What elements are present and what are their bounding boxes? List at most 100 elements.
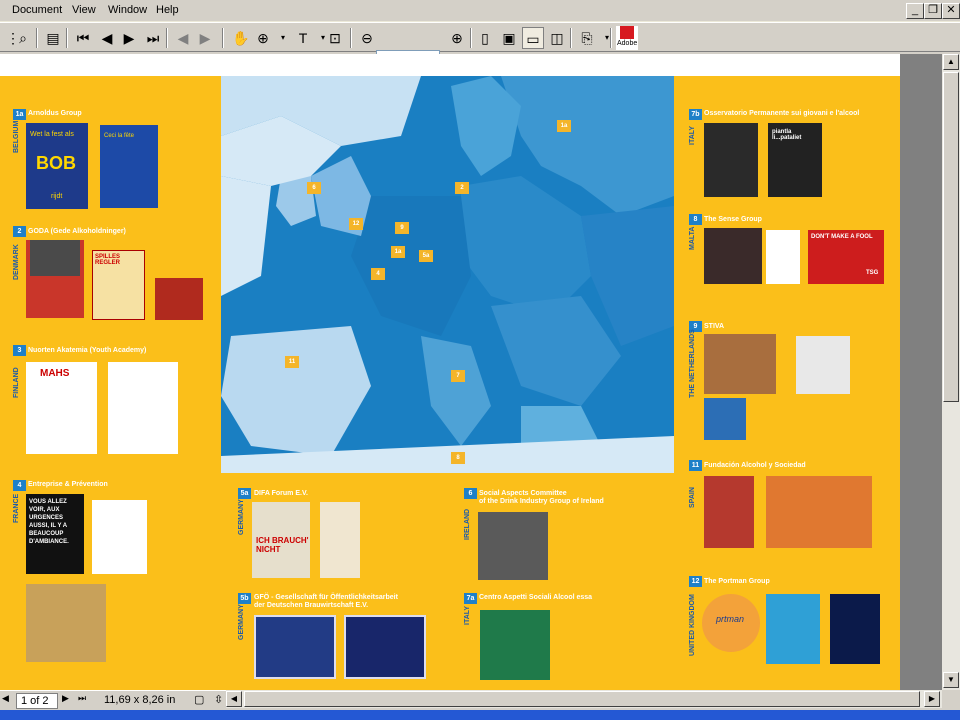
horizontal-scrollbar[interactable]: ◀ ▶: [226, 690, 942, 708]
panel-number: 7a: [464, 593, 477, 604]
panel-title: GODA (Gede Alkoholdninger): [28, 228, 126, 235]
zoom-in-icon[interactable]: ⊕: [446, 27, 468, 49]
toolbar-separator: [470, 28, 472, 48]
adobe-logo-icon: [620, 26, 634, 39]
adobe-logo-label: Adobe: [617, 40, 638, 47]
scroll-down-icon[interactable]: ▼: [943, 672, 959, 688]
menu-view[interactable]: View: [72, 4, 96, 16]
panel-country: ITALY: [464, 605, 471, 625]
poster-thumbnail: SPILLES REGLER: [92, 250, 145, 320]
poster-thumbnail: piantla li...pataliet: [768, 123, 822, 197]
panel-country: THE NETHERLANDS: [689, 329, 696, 398]
os-taskbar: [0, 710, 960, 720]
scroll-left-icon[interactable]: ◀: [226, 691, 242, 707]
panel-title: The Sense Group: [704, 216, 762, 223]
zoom-in-tool-icon[interactable]: ⊕: [252, 27, 274, 49]
vertical-scrollbar[interactable]: ▲ ▼: [942, 54, 960, 690]
panel-number: 2: [13, 226, 26, 237]
next-page-status-icon[interactable]: ▶: [62, 693, 69, 704]
zoom-tool-dropdown-icon[interactable]: ▾: [272, 27, 294, 49]
poster-text: piantla li...pataliet: [772, 129, 802, 141]
panel-number: 5a: [238, 488, 251, 499]
adobe-logo[interactable]: Adobe: [616, 26, 638, 50]
poster-thumbnail: [766, 476, 872, 548]
panel-title: GFÖ - Gesellschaft für Öffentlichkeitsar…: [254, 594, 398, 601]
panel-number: 1a: [13, 109, 26, 120]
actual-size-icon[interactable]: ▯: [474, 27, 496, 49]
panel-title: The Portman Group: [704, 578, 770, 585]
page-number-field[interactable]: 1 of 2: [16, 693, 58, 709]
panel-country: FRANCE: [13, 493, 20, 523]
scroll-thumb[interactable]: [943, 72, 959, 402]
toolbar-separator: [36, 28, 38, 48]
single-page-layout-icon[interactable]: ▢: [194, 693, 204, 706]
fit-width-icon[interactable]: ▭: [522, 27, 544, 49]
map-marker: 8: [451, 452, 465, 464]
toolbar-separator: [222, 28, 224, 48]
screenshot-thumbnail: [344, 615, 426, 679]
poster-text: rijdt: [51, 193, 63, 200]
leaflet-thumbnail: [766, 230, 800, 284]
menu-document[interactable]: Document: [12, 4, 62, 16]
poster-thumbnail: [704, 334, 776, 394]
last-page-status-icon[interactable]: ⏭: [78, 693, 86, 704]
rotate-dropdown-icon[interactable]: ▾: [596, 27, 618, 49]
poster-thumbnail: [26, 240, 84, 318]
poster-thumbnail: [320, 502, 360, 578]
panel-title: Arnoldus Group: [28, 110, 82, 117]
first-page-status-icon[interactable]: ◀: [2, 693, 9, 704]
panel-number: 12: [689, 576, 702, 587]
poster-thumbnail: [92, 500, 147, 574]
menu-window[interactable]: Window: [108, 4, 147, 16]
go-back-icon[interactable]: ◀: [172, 27, 194, 49]
brochure-thumbnail: [108, 362, 178, 454]
scroll-up-icon[interactable]: ▲: [943, 54, 959, 70]
text-select-tool-icon[interactable]: T: [292, 27, 314, 49]
toolbar-separator: [610, 28, 612, 48]
toolbar: ⋮ ⌕ ▤ ⏮ ◀ ▶ ⏭ ◀ ▶ ✋ ⊕ ▾ T ▾ ⊡ ⊖ 114% ▼ ⊕…: [0, 22, 960, 68]
panel-country: FINLAND: [13, 367, 20, 398]
poster-text: Wet la fest als: [30, 131, 74, 138]
close-button[interactable]: ✕: [942, 3, 960, 19]
map-marker: 7: [451, 370, 465, 382]
fit-page-icon[interactable]: ▣: [498, 27, 520, 49]
go-forward-icon[interactable]: ▶: [194, 27, 216, 49]
snapshot-tool-icon[interactable]: ⊡: [324, 27, 346, 49]
poster-text: ICH BRAUCH' NICHT: [256, 536, 309, 554]
panel-title: Osservatorio Permanente sui giovani e l'…: [704, 110, 860, 117]
restore-button[interactable]: ❐: [924, 3, 942, 19]
panel-title: DIFA Forum E.V.: [254, 490, 308, 497]
poster-text: VOUS ALLEZ VOIR, AUX URGENCES AUSSI, IL …: [29, 499, 69, 545]
poster-text: SPILLES REGLER: [95, 254, 121, 266]
last-page-icon[interactable]: ⏭: [142, 27, 164, 49]
logo-text: prtman: [716, 614, 745, 624]
continuous-layout-icon[interactable]: ⇳: [214, 693, 223, 706]
acrobat-window: Document View Window Help _ ❐ ✕ ⋮ ⌕ ▤ ⏮ …: [0, 0, 960, 720]
scroll-right-icon[interactable]: ▶: [924, 691, 940, 707]
previous-page-icon[interactable]: ◀: [96, 27, 118, 49]
toolbar-separator: [570, 28, 572, 48]
bookmarks-panel-icon[interactable]: ▤: [42, 27, 64, 49]
map-marker: 1a: [391, 246, 405, 258]
panel-country: BELGIUM: [13, 120, 20, 153]
page-size-label: 11,69 x 8,26 in: [104, 694, 176, 706]
first-page-icon[interactable]: ⏮: [72, 27, 94, 49]
poster-photo: [30, 240, 80, 276]
panel-country: GERMANY: [238, 604, 245, 640]
europe-map-graphic: [221, 76, 674, 473]
menu-help[interactable]: Help: [156, 4, 179, 16]
hand-tool-icon[interactable]: ✋: [230, 27, 252, 49]
poster-thumbnail: Ceci la fête: [100, 125, 158, 208]
minimize-button[interactable]: _: [906, 3, 924, 19]
panel-title: Social Aspects Committee: [479, 490, 567, 497]
next-page-icon[interactable]: ▶: [118, 27, 140, 49]
find-icon[interactable]: ⌕: [12, 27, 34, 49]
poster-text: DON'T MAKE A FOOL: [811, 234, 873, 240]
panel-country: SPAIN: [689, 487, 696, 508]
rotate-view-icon[interactable]: ⎘: [576, 27, 598, 49]
zoom-out-icon[interactable]: ⊖: [356, 27, 378, 49]
horizontal-scroll-thumb[interactable]: [244, 691, 920, 707]
fit-visible-icon[interactable]: ◫: [546, 27, 568, 49]
map-marker: 6: [307, 182, 321, 194]
panel-title: of the Drink Industry Group of Ireland: [479, 498, 604, 505]
